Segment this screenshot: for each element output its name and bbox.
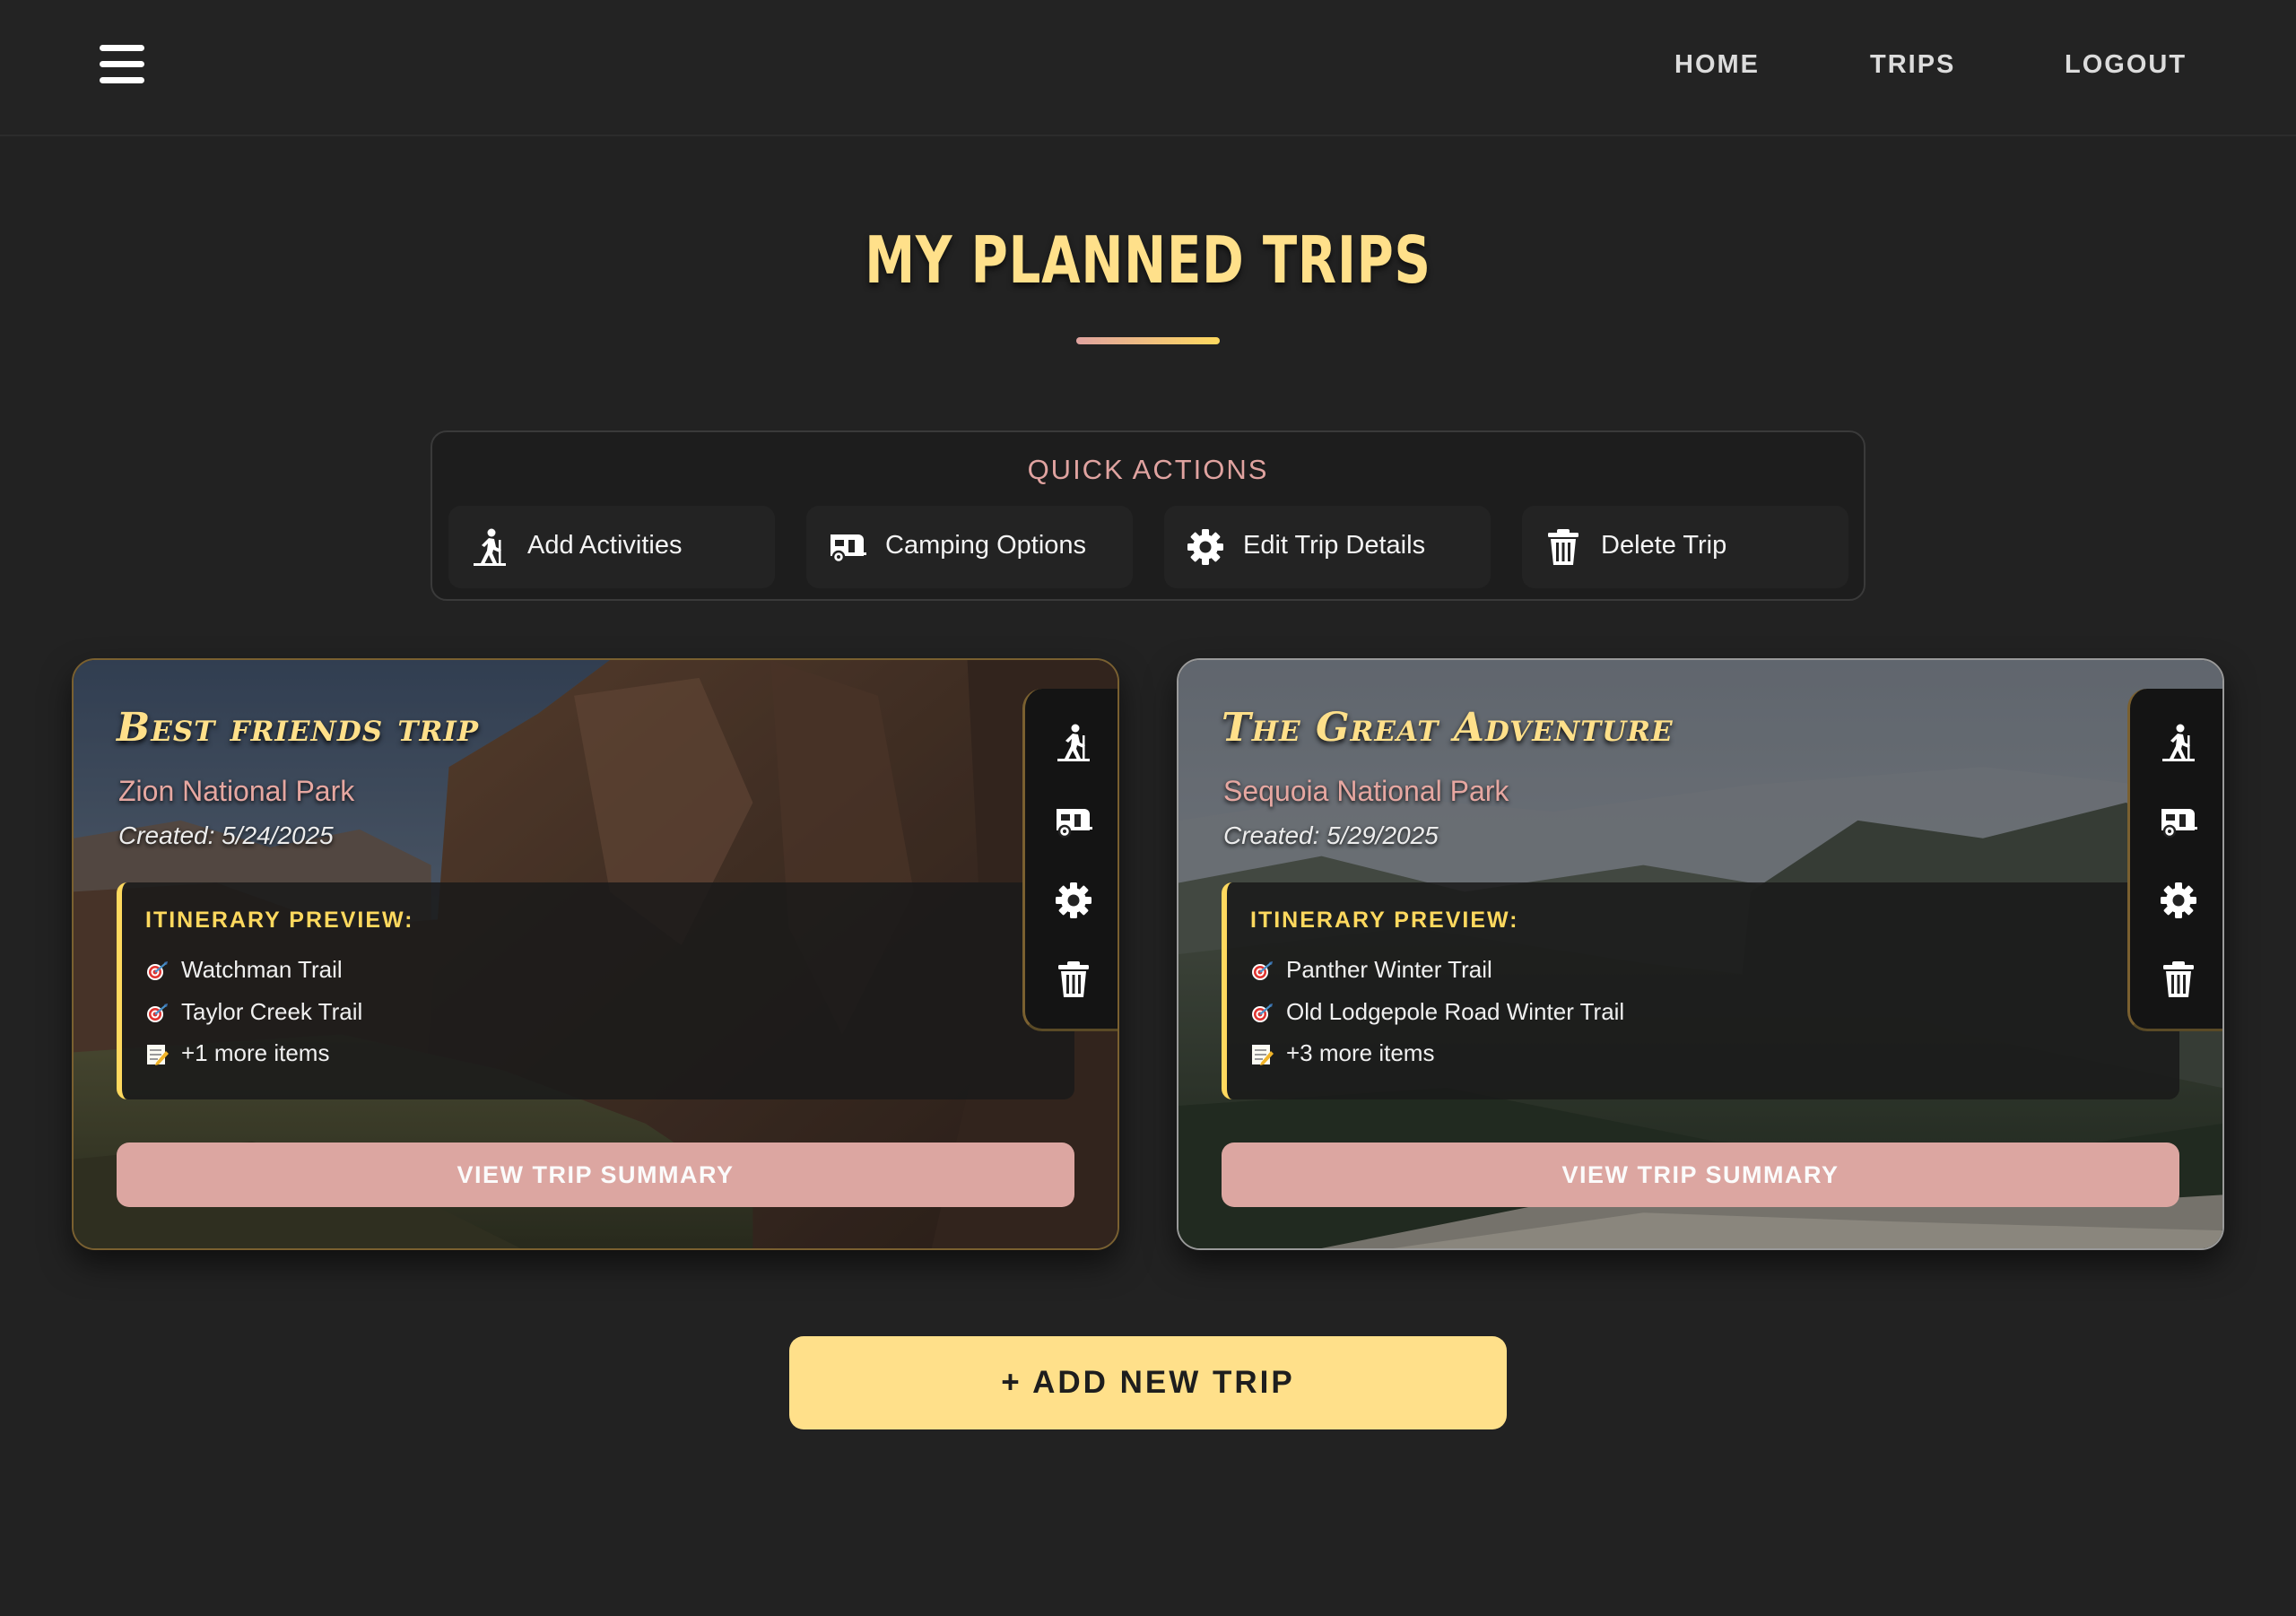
- gear-icon[interactable]: [1054, 881, 1093, 920]
- list-item: Panther Winter Trail: [1250, 956, 1492, 984]
- list-item: Taylor Creek Trail: [145, 998, 362, 1026]
- edit-trip-details-label: Edit Trip Details: [1243, 531, 1426, 560]
- trip-name: Best friends trip: [117, 705, 480, 751]
- nav-home-link[interactable]: HOME: [1674, 50, 1760, 80]
- hamburger-icon[interactable]: [100, 45, 144, 84]
- page-title: MY PLANNED TRIPS: [865, 222, 1431, 298]
- view-trip-summary-button[interactable]: VIEW TRIP SUMMARY: [1222, 1142, 2179, 1207]
- memo-icon: [1250, 1044, 1274, 1065]
- list-item: +1 more items: [145, 1039, 329, 1067]
- itinerary-title: ITINERARY PREVIEW:: [145, 908, 414, 933]
- itinerary-preview: ITINERARY PREVIEW: Watchman Trail Taylor…: [117, 882, 1074, 1099]
- top-navbar: HOME TRIPS LOGOUT: [0, 0, 2296, 136]
- itinerary-item-label: Watchman Trail: [181, 956, 343, 983]
- itinerary-more-label: +1 more items: [181, 1039, 330, 1066]
- delete-trip-label: Delete Trip: [1601, 531, 1727, 560]
- hiker-icon[interactable]: [2159, 723, 2198, 762]
- target-icon: [1250, 960, 1274, 982]
- trip-name: The Great Adventure: [1222, 705, 1674, 751]
- list-item: Watchman Trail: [145, 956, 343, 984]
- camper-icon[interactable]: [1054, 802, 1093, 841]
- hiker-icon: [470, 527, 509, 567]
- itinerary-title: ITINERARY PREVIEW:: [1250, 908, 1519, 933]
- nav-trips-link[interactable]: TRIPS: [1870, 50, 1955, 80]
- trash-icon: [1544, 527, 1583, 567]
- add-new-trip-button[interactable]: + ADD NEW TRIP: [789, 1336, 1507, 1429]
- trash-icon[interactable]: [2159, 960, 2198, 999]
- trip-created-date: Created: 5/24/2025: [118, 821, 334, 849]
- trip-card[interactable]: The Great Adventure Sequoia National Par…: [1177, 658, 2224, 1250]
- camping-options-button[interactable]: Camping Options: [806, 506, 1133, 588]
- trip-park: Sequoia National Park: [1223, 775, 1509, 807]
- itinerary-item-label: Panther Winter Trail: [1286, 956, 1492, 983]
- trip-created-date: Created: 5/29/2025: [1223, 821, 1439, 849]
- quick-actions-panel: QUICK ACTIONS Add Activities Camping Opt…: [430, 430, 1866, 601]
- trip-card[interactable]: Best friends trip Zion National Park Cre…: [72, 658, 1119, 1250]
- add-activities-button[interactable]: Add Activities: [448, 506, 775, 588]
- gear-icon: [1186, 527, 1225, 567]
- camper-icon[interactable]: [2159, 802, 2198, 841]
- itinerary-more-label: +3 more items: [1286, 1039, 1435, 1066]
- target-icon: [1250, 1003, 1274, 1024]
- trash-icon[interactable]: [1054, 960, 1093, 999]
- memo-icon: [145, 1044, 169, 1065]
- list-item: Old Lodgepole Road Winter Trail: [1250, 998, 1624, 1026]
- camper-icon: [828, 527, 867, 567]
- nav-logout-link[interactable]: LOGOUT: [2065, 50, 2187, 80]
- quick-actions-title: QUICK ACTIONS: [1027, 454, 1269, 485]
- title-underline: [1076, 337, 1220, 344]
- camping-options-label: Camping Options: [885, 531, 1087, 560]
- add-activities-label: Add Activities: [527, 531, 683, 560]
- view-trip-summary-button[interactable]: VIEW TRIP SUMMARY: [117, 1142, 1074, 1207]
- target-icon: [145, 1003, 169, 1024]
- edit-trip-details-button[interactable]: Edit Trip Details: [1164, 506, 1491, 588]
- hiker-icon[interactable]: [1054, 723, 1093, 762]
- target-icon: [145, 960, 169, 982]
- card-side-actions: [2127, 689, 2222, 1031]
- itinerary-preview: ITINERARY PREVIEW: Panther Winter Trail …: [1222, 882, 2179, 1099]
- list-item: +3 more items: [1250, 1039, 1434, 1067]
- gear-icon[interactable]: [2159, 881, 2198, 920]
- delete-trip-button[interactable]: Delete Trip: [1522, 506, 1848, 588]
- card-side-actions: [1022, 689, 1118, 1031]
- trip-park: Zion National Park: [118, 775, 355, 807]
- itinerary-item-label: Old Lodgepole Road Winter Trail: [1286, 998, 1625, 1025]
- itinerary-item-label: Taylor Creek Trail: [181, 998, 363, 1025]
